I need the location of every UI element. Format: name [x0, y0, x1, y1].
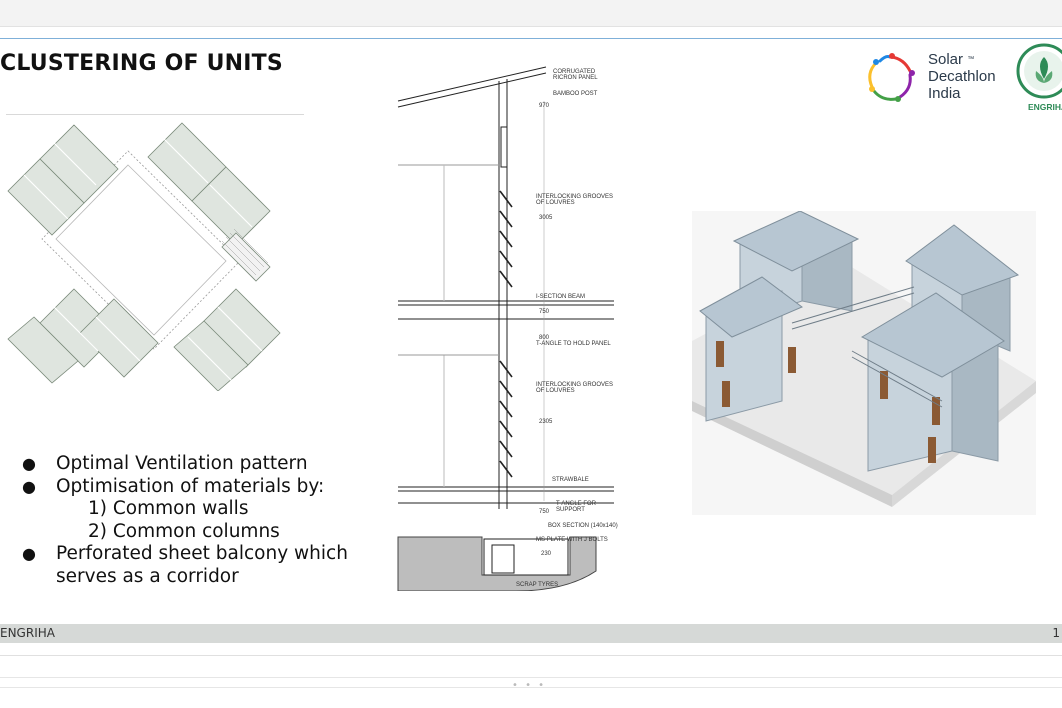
label-bamboo-post: BAMBOO POST: [553, 91, 598, 97]
label-t-angle-support-2: SUPPORT: [556, 507, 585, 513]
label-strawbale: STRAWBALE: [552, 477, 589, 483]
bullet-marker: ●: [22, 454, 36, 473]
engriha-logo-text: ENGRIHA: [1028, 102, 1062, 112]
dim-750-b: 750: [539, 509, 550, 515]
label-t-angle-panel: T-ANGLE TO HOLD PANEL: [536, 341, 611, 347]
dim-3005: 3005: [539, 215, 553, 221]
notes-pane-border-bottom: [0, 687, 1062, 688]
footer-org-name: ENGRIHA: [0, 626, 55, 640]
notes-pane-border: [0, 677, 1062, 678]
slide-title: CLUSTERING OF UNITS: [0, 51, 283, 76]
title-divider: [6, 114, 304, 115]
slide-footer: ENGRIHA 1: [0, 624, 1062, 643]
dim-970: 970: [539, 103, 550, 109]
label-box-section: BOX SECTION (140x140): [548, 523, 618, 529]
dim-750: 750: [539, 309, 550, 315]
engriha-logo-icon: [1016, 43, 1062, 99]
label-ms-plate: MS PLATE WITH J BOLTS: [536, 537, 608, 543]
bullet-item: ● Optimisation of materials by:: [22, 475, 325, 497]
bullet-item: ● Optimal Ventilation pattern: [22, 453, 308, 474]
sub-bullet-item: 1) Common walls: [88, 498, 249, 519]
dim-2305: 2305: [539, 419, 553, 425]
label-i-section: I-SECTION BEAM: [536, 294, 585, 300]
slide-number: 1: [1052, 626, 1060, 640]
bullet-item-continuation: serves as a corridor: [56, 565, 239, 587]
resize-handle[interactable]: • • •: [512, 680, 546, 691]
solar-decathlon-logo-icon: [868, 53, 915, 102]
solar-decathlon-logo-text: Solar ™ Decathlon India: [928, 51, 996, 102]
dim-230: 230: [541, 551, 552, 557]
cluster-plan-drawing: [7, 122, 281, 391]
label-louvres-2b: OF LOUVRES: [536, 388, 575, 394]
bullet-list: ● Optimal Ventilation pattern ● Optimisa…: [22, 453, 348, 588]
label-louvres-1b: OF LOUVRES: [536, 200, 575, 206]
slide-canvas[interactable]: CLUSTERING OF UNITS CORRUGATED RICRON PA…: [0, 39, 1062, 643]
label-corrugated-2: RICRON PANEL: [553, 75, 598, 81]
label-scrap-tyres: SCRAP TYRES: [516, 582, 558, 588]
bullet-marker: ●: [22, 544, 36, 563]
app-toolbar: [0, 0, 1062, 27]
bullet-item: ● Perforated sheet balcony which: [22, 543, 348, 564]
cluster-3d-render: [692, 211, 1036, 515]
editor-divider: [0, 655, 1062, 656]
sub-bullet-item: 2) Common columns: [88, 520, 280, 542]
wall-section-drawing: CORRUGATED RICRON PANEL BAMBOO POST 970 …: [397, 66, 618, 591]
bullet-marker: ●: [22, 476, 36, 496]
